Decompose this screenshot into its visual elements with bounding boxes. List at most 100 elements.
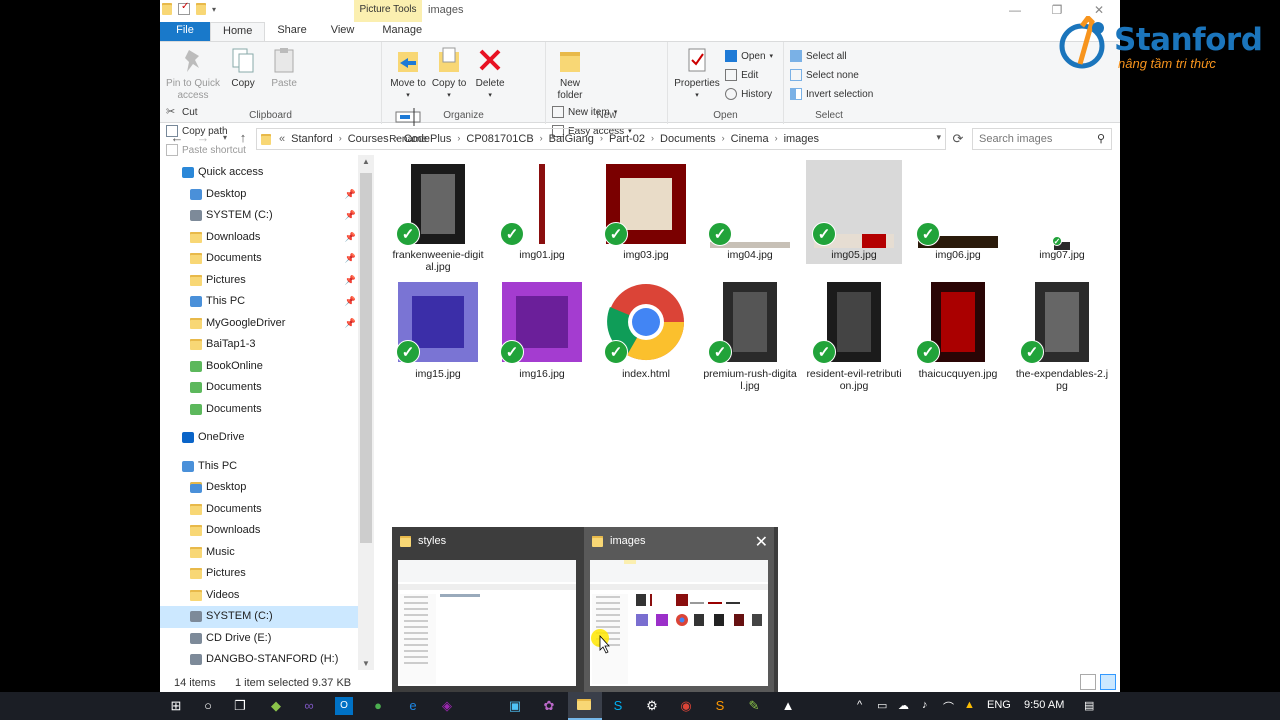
tab-file[interactable]: File bbox=[160, 22, 210, 41]
forward-button[interactable]: → bbox=[194, 130, 212, 148]
nav-quick-item[interactable]: Downloads 📌 bbox=[160, 227, 358, 249]
breadcrumb-segment[interactable]: images bbox=[784, 133, 819, 145]
switcher-close-button[interactable]: ✕ bbox=[755, 532, 768, 552]
file-item[interactable]: ✓ img07.jpg bbox=[1014, 160, 1110, 266]
nav-quick-item[interactable]: Documents bbox=[160, 377, 358, 399]
language-indicator[interactable]: ENG bbox=[987, 699, 1011, 711]
file-explorer-icon[interactable] bbox=[575, 697, 593, 715]
nav-quick-item[interactable]: BookOnline bbox=[160, 356, 358, 378]
invert-selection-button[interactable]: Invert selection bbox=[790, 86, 873, 102]
nav-quick-item[interactable]: SYSTEM (C:) 📌 bbox=[160, 205, 358, 227]
breadcrumb-segment[interactable]: BaiGiang bbox=[549, 133, 594, 145]
nav-pc-item[interactable]: Videos bbox=[160, 585, 358, 607]
nav-quick-item[interactable]: MyGoogleDriver 📌 bbox=[160, 313, 358, 335]
overflow-chevron[interactable]: « bbox=[279, 133, 285, 145]
file-item[interactable]: ✓ resident-evil-retribution.jpg bbox=[806, 278, 902, 392]
breadcrumb-separator-icon[interactable]: › bbox=[339, 133, 342, 145]
scroll-down-icon[interactable]: ▼ bbox=[358, 659, 374, 668]
start-windows-icon[interactable]: ⊞ bbox=[167, 697, 185, 715]
file-item[interactable]: ✓ premium-rush-digital.jpg bbox=[702, 278, 798, 392]
history-button[interactable]: History bbox=[725, 86, 773, 102]
breadcrumb-segment[interactable]: Cinema bbox=[731, 133, 769, 145]
show-hidden-icons-icon[interactable]: ^ bbox=[857, 699, 862, 711]
nav-quick-item[interactable]: BaiTap1-3 bbox=[160, 334, 358, 356]
visual-studio-icon[interactable]: ◈ bbox=[438, 697, 456, 715]
nav-pc-item[interactable]: Music bbox=[160, 542, 358, 564]
skype-icon[interactable]: S bbox=[609, 697, 627, 715]
paint-app-icon[interactable]: ◆ bbox=[267, 697, 285, 715]
nav-quick-item[interactable]: Pictures 📌 bbox=[160, 270, 358, 292]
breadcrumb-separator-icon[interactable]: › bbox=[600, 133, 603, 145]
file-item[interactable]: ✓ img16.jpg bbox=[494, 278, 590, 384]
battery-icon[interactable]: ▭ bbox=[877, 699, 887, 712]
copy-button[interactable]: Copy bbox=[225, 46, 261, 90]
nav-pc-item[interactable]: Pictures bbox=[160, 563, 358, 585]
google-drive-icon[interactable]: ▲ bbox=[964, 699, 975, 711]
pin-quick-access-button[interactable]: Pin to Quick access bbox=[166, 46, 220, 102]
paste-button[interactable]: Paste bbox=[266, 46, 302, 90]
nav-pc-item[interactable]: SYSTEM (C:) bbox=[160, 606, 358, 628]
search-input[interactable]: Search images ⚲ bbox=[972, 128, 1112, 150]
nav-pc-item[interactable]: Desktop bbox=[160, 477, 358, 499]
notepadpp-icon[interactable]: ✎ bbox=[745, 697, 763, 715]
nav-pc-item[interactable]: Documents bbox=[160, 499, 358, 521]
address-dropdown-icon[interactable]: ▾ bbox=[936, 132, 941, 143]
photos-icon[interactable]: ▲ bbox=[779, 697, 797, 715]
store-icon[interactable]: ▣ bbox=[506, 697, 524, 715]
details-view-icon[interactable] bbox=[1080, 674, 1096, 690]
select-none-button[interactable]: Select none bbox=[790, 67, 873, 83]
tab-view[interactable]: View bbox=[319, 22, 367, 41]
copy-to-button[interactable]: Copy to ▾ bbox=[431, 46, 467, 102]
file-item[interactable]: ✓ img05.jpg bbox=[806, 160, 902, 264]
volume-icon[interactable]: ♪ bbox=[922, 699, 928, 711]
file-item[interactable]: ✓ index.html bbox=[598, 278, 694, 384]
wifi-icon[interactable]: ⌒ bbox=[943, 699, 954, 715]
nav-quick-item[interactable]: Documents bbox=[160, 399, 358, 421]
file-item[interactable]: ✓ frankenweenie-digital.jpg bbox=[390, 160, 486, 273]
clock[interactable]: 9:50 AM bbox=[1024, 699, 1064, 711]
up-button[interactable]: ↑ bbox=[234, 130, 252, 148]
file-item[interactable]: ✓ img01.jpg bbox=[494, 160, 590, 266]
breadcrumb-segment[interactable]: CodePlus bbox=[404, 133, 452, 145]
new-folder-icon[interactable] bbox=[196, 3, 206, 15]
cortana-search-icon[interactable]: ○ bbox=[199, 697, 217, 715]
onedrive-cloud-icon[interactable]: ☁ bbox=[898, 699, 909, 712]
file-item[interactable]: ✓ thaicucquyen.jpg bbox=[910, 278, 1006, 384]
breadcrumb-separator-icon[interactable]: › bbox=[775, 133, 778, 145]
file-item[interactable]: ✓ img04.jpg bbox=[702, 160, 798, 266]
tab-manage[interactable]: Manage bbox=[370, 22, 434, 41]
file-item[interactable]: ✓ img06.jpg bbox=[910, 160, 1006, 266]
back-button[interactable]: ← bbox=[168, 130, 186, 148]
scroll-thumb[interactable] bbox=[360, 173, 372, 543]
select-all-button[interactable]: Select all bbox=[790, 48, 873, 64]
switcher-window-styles[interactable]: styles bbox=[392, 527, 582, 692]
scroll-up-icon[interactable]: ▲ bbox=[358, 157, 374, 166]
settings-gear-icon[interactable]: ⚙ bbox=[643, 697, 661, 715]
move-to-button[interactable]: Move to ▾ bbox=[390, 46, 426, 102]
open-button[interactable]: Open ▾ bbox=[725, 48, 773, 64]
app-link-icon[interactable]: ∞ bbox=[300, 697, 318, 715]
sublime-icon[interactable]: S bbox=[711, 697, 729, 715]
edge-browser-icon[interactable]: e bbox=[404, 697, 422, 715]
breadcrumb-segment[interactable]: CP081701CB bbox=[466, 133, 533, 145]
new-folder-button[interactable]: New folder bbox=[552, 46, 588, 102]
breadcrumb-segment[interactable]: Part-02 bbox=[609, 133, 645, 145]
breadcrumb-segment[interactable]: Documents bbox=[660, 133, 716, 145]
app-icon[interactable]: ✿ bbox=[540, 697, 558, 715]
file-item[interactable]: ✓ the-expendables-2.jpg bbox=[1014, 278, 1110, 392]
nav-this-pc[interactable]: This PC bbox=[160, 456, 358, 478]
nav-onedrive[interactable]: OneDrive bbox=[160, 427, 358, 449]
customize-qat-icon[interactable]: ▾ bbox=[212, 3, 226, 17]
chrome-icon[interactable]: ◉ bbox=[677, 697, 695, 715]
nav-quick-item[interactable]: Desktop 📌 bbox=[160, 184, 358, 206]
breadcrumb-separator-icon[interactable]: › bbox=[457, 133, 460, 145]
recent-locations-button[interactable]: ▾ bbox=[216, 130, 234, 148]
action-center-icon[interactable]: ▤ bbox=[1084, 699, 1094, 712]
nav-quick-item[interactable]: This PC 📌 bbox=[160, 291, 358, 313]
tab-home[interactable]: Home bbox=[210, 22, 266, 41]
address-bar[interactable]: « Stanford › Courses › CodePlus › CP081701CB › B… bbox=[256, 128, 946, 150]
breadcrumb-separator-icon[interactable]: › bbox=[540, 133, 543, 145]
task-view-icon[interactable]: ❐ bbox=[231, 697, 249, 715]
breadcrumb-segment[interactable]: Courses bbox=[348, 133, 389, 145]
nav-pc-item[interactable]: Downloads bbox=[160, 520, 358, 542]
